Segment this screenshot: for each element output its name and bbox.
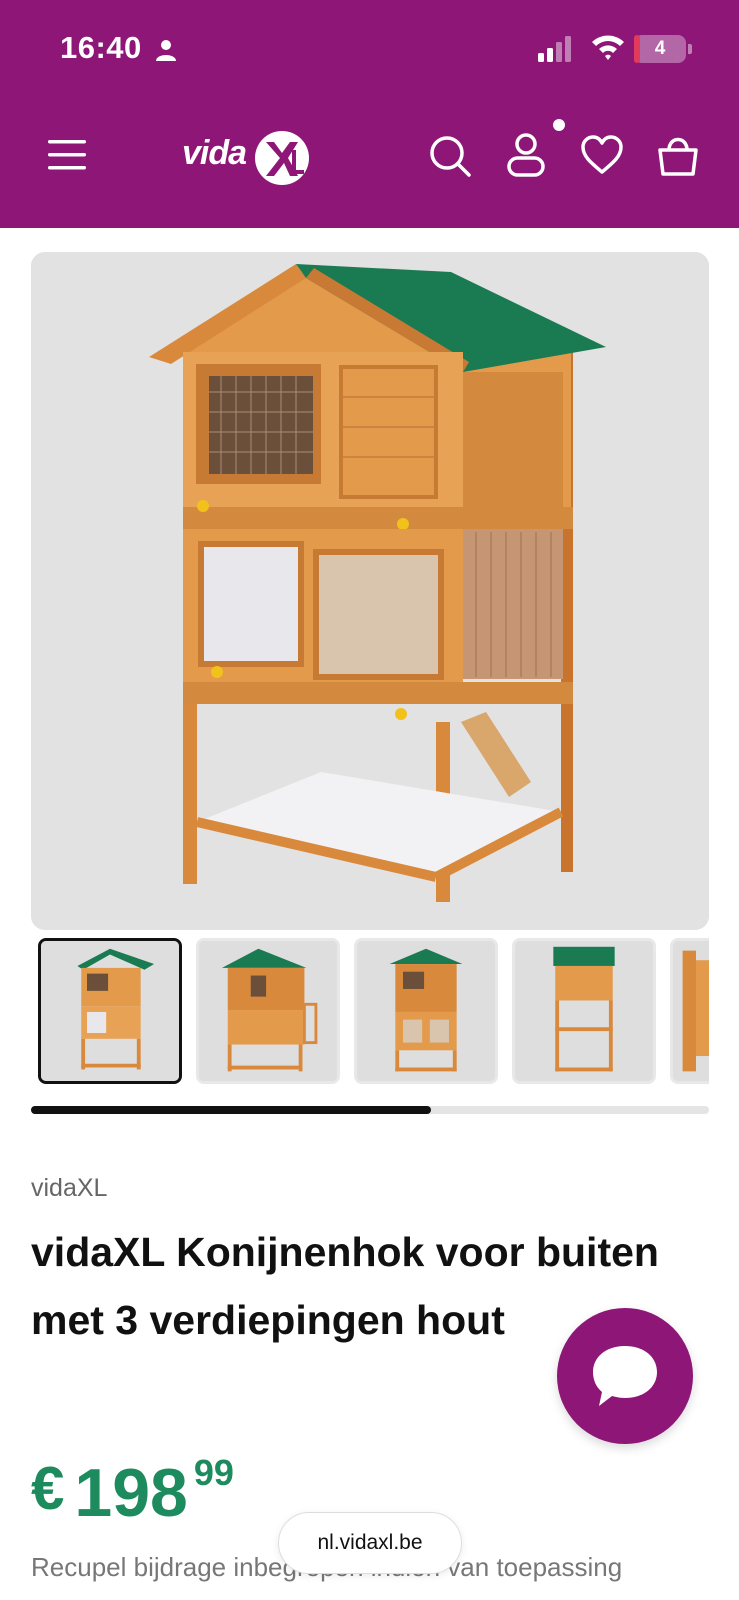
thumbnail-1[interactable] (38, 938, 182, 1084)
search-icon[interactable] (428, 134, 472, 178)
price-currency: € (31, 1455, 65, 1522)
product-brand[interactable]: vidaXL (31, 1174, 107, 1203)
thumbnail-strip[interactable] (38, 938, 709, 1086)
thumbnail-3[interactable] (354, 938, 498, 1084)
status-time: 16:40 (60, 30, 142, 65)
signal-icon (538, 36, 571, 62)
gallery-scrollbar-thumb[interactable] (31, 1106, 432, 1114)
product-main-image[interactable] (31, 252, 709, 930)
battery-icon: 4 (634, 35, 692, 63)
top-header: 16:40 4 vida (0, 0, 739, 228)
thumbnail-hutch-side (515, 941, 653, 1081)
logo-xl-mark (255, 131, 309, 185)
account-icon[interactable] (506, 132, 546, 178)
gallery-scrollbar[interactable] (31, 1106, 709, 1114)
rabbit-hutch-illustration (31, 252, 709, 930)
chat-bubble-icon (593, 1346, 657, 1406)
battery-tip (688, 44, 692, 54)
person-icon (156, 40, 176, 61)
thumbnail-hutch-front (41, 941, 179, 1081)
thumbnail-2[interactable] (196, 938, 340, 1084)
thumbnail-hutch-open (199, 941, 337, 1081)
heart-icon[interactable] (580, 134, 624, 176)
menu-icon[interactable] (48, 138, 88, 172)
vidaxl-logo[interactable]: vida (182, 124, 312, 190)
thumbnail-hutch-front-2 (357, 941, 495, 1081)
logo-text: vida (182, 134, 247, 172)
product-price: €198 99 (31, 1452, 234, 1532)
thumbnail-hutch-partial (673, 941, 709, 1081)
wifi-icon (592, 35, 624, 60)
battery-level: 4 (654, 38, 666, 59)
price-decimals: 99 (193, 1452, 234, 1493)
thumbnail-5[interactable] (670, 938, 709, 1084)
status-bar: 16:40 4 (0, 0, 739, 100)
price-integer: 198 (74, 1455, 188, 1531)
chat-button[interactable] (557, 1308, 693, 1444)
account-notification-dot (553, 119, 565, 131)
thumbnail-4[interactable] (512, 938, 656, 1084)
browser-url-pill[interactable]: nl.vidaxl.be (278, 1512, 462, 1574)
cart-icon[interactable] (656, 132, 700, 178)
